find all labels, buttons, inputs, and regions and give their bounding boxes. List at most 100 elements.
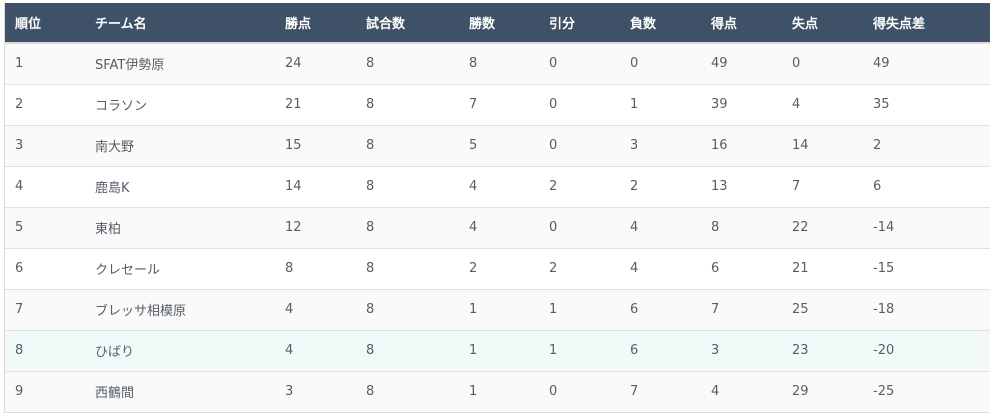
cell-games-played: 8 [356, 206, 459, 248]
cell-wins: 1 [459, 370, 539, 412]
header-team-name[interactable]: チーム名 [85, 3, 275, 44]
cell-points: 4 [275, 329, 356, 371]
table-row: 4 鹿島K 14 8 4 2 2 13 7 6 [5, 165, 990, 207]
cell-goals-for: 4 [701, 370, 782, 412]
header-points[interactable]: 勝点 [275, 3, 356, 44]
table-row: 8 ひばり 4 8 1 1 6 3 23 -20 [5, 329, 990, 371]
cell-goal-difference: 49 [863, 42, 990, 84]
header-goals-for[interactable]: 得点 [701, 3, 782, 44]
cell-games-played: 8 [356, 370, 459, 412]
cell-losses: 4 [620, 247, 701, 289]
table-row: 1 SFAT伊勢原 24 8 8 0 0 49 0 49 [5, 42, 990, 84]
cell-goals-for: 3 [701, 329, 782, 371]
cell-draws: 0 [539, 83, 620, 125]
cell-rank: 3 [5, 124, 85, 166]
standings-grid: 順位 チーム名 勝点 試合数 勝数 引分 負数 得点 失点 得失点差 1 SFAT… [5, 3, 990, 412]
cell-losses: 3 [620, 124, 701, 166]
cell-goals-against: 21 [782, 247, 863, 289]
cell-draws: 0 [539, 206, 620, 248]
cell-team-name: ブレッサ相模原 [85, 288, 275, 330]
cell-games-played: 8 [356, 42, 459, 84]
cell-goal-difference: -15 [863, 247, 990, 289]
cell-rank: 5 [5, 206, 85, 248]
cell-wins: 8 [459, 42, 539, 84]
cell-rank: 7 [5, 288, 85, 330]
cell-draws: 0 [539, 124, 620, 166]
cell-losses: 6 [620, 329, 701, 371]
cell-goals-for: 49 [701, 42, 782, 84]
table-row: 6 クレセール 8 8 2 2 4 6 21 -15 [5, 247, 990, 289]
cell-points: 24 [275, 42, 356, 84]
cell-team-name: 南大野 [85, 124, 275, 166]
cell-goals-against: 23 [782, 329, 863, 371]
cell-goals-against: 25 [782, 288, 863, 330]
cell-wins: 1 [459, 329, 539, 371]
cell-games-played: 8 [356, 124, 459, 166]
cell-games-played: 8 [356, 329, 459, 371]
cell-goal-difference: -20 [863, 329, 990, 371]
cell-wins: 2 [459, 247, 539, 289]
table-row: 5 東柏 12 8 4 0 4 8 22 -14 [5, 206, 990, 248]
cell-points: 4 [275, 288, 356, 330]
cell-team-name: 西鶴間 [85, 370, 275, 412]
cell-draws: 1 [539, 329, 620, 371]
cell-draws: 2 [539, 247, 620, 289]
cell-losses: 6 [620, 288, 701, 330]
cell-points: 14 [275, 165, 356, 207]
cell-goal-difference: -25 [863, 370, 990, 412]
cell-wins: 4 [459, 206, 539, 248]
table-row: 2 コラソン 21 8 7 0 1 39 4 35 [5, 83, 990, 125]
header-losses[interactable]: 負数 [620, 3, 701, 44]
cell-team-name: 東柏 [85, 206, 275, 248]
cell-rank: 8 [5, 329, 85, 371]
header-draws[interactable]: 引分 [539, 3, 620, 44]
header-games-played[interactable]: 試合数 [356, 3, 459, 44]
cell-wins: 5 [459, 124, 539, 166]
cell-rank: 2 [5, 83, 85, 125]
cell-draws: 1 [539, 288, 620, 330]
cell-goal-difference: 6 [863, 165, 990, 207]
cell-goals-for: 6 [701, 247, 782, 289]
cell-draws: 2 [539, 165, 620, 207]
cell-goals-for: 39 [701, 83, 782, 125]
cell-losses: 4 [620, 206, 701, 248]
cell-team-name: クレセール [85, 247, 275, 289]
cell-games-played: 8 [356, 83, 459, 125]
table-row: 9 西鶴間 3 8 1 0 7 4 29 -25 [5, 370, 990, 412]
cell-goals-for: 8 [701, 206, 782, 248]
cell-team-name: SFAT伊勢原 [85, 42, 275, 84]
cell-losses: 0 [620, 42, 701, 84]
cell-team-name: ひばり [85, 329, 275, 371]
cell-points: 15 [275, 124, 356, 166]
header-wins[interactable]: 勝数 [459, 3, 539, 44]
table-row: 3 南大野 15 8 5 0 3 16 14 2 [5, 124, 990, 166]
cell-goal-difference: 35 [863, 83, 990, 125]
cell-points: 12 [275, 206, 356, 248]
cell-team-name: コラソン [85, 83, 275, 125]
header-rank[interactable]: 順位 [5, 3, 85, 44]
cell-rank: 4 [5, 165, 85, 207]
cell-games-played: 8 [356, 288, 459, 330]
table-header: 順位 チーム名 勝点 試合数 勝数 引分 負数 得点 失点 得失点差 [5, 3, 990, 44]
cell-wins: 1 [459, 288, 539, 330]
cell-goals-against: 29 [782, 370, 863, 412]
cell-goal-difference: -18 [863, 288, 990, 330]
cell-goals-against: 14 [782, 124, 863, 166]
cell-rank: 1 [5, 42, 85, 84]
standings-table: 順位 チーム名 勝点 試合数 勝数 引分 負数 得点 失点 得失点差 1 SFAT… [4, 3, 990, 413]
cell-goals-against: 4 [782, 83, 863, 125]
cell-goal-difference: -14 [863, 206, 990, 248]
cell-losses: 1 [620, 83, 701, 125]
cell-wins: 7 [459, 83, 539, 125]
header-goal-difference[interactable]: 得失点差 [863, 3, 990, 44]
cell-draws: 0 [539, 370, 620, 412]
cell-games-played: 8 [356, 165, 459, 207]
header-row: 順位 チーム名 勝点 試合数 勝数 引分 負数 得点 失点 得失点差 [5, 3, 990, 44]
header-goals-against[interactable]: 失点 [782, 3, 863, 44]
cell-points: 8 [275, 247, 356, 289]
cell-goals-against: 7 [782, 165, 863, 207]
cell-losses: 2 [620, 165, 701, 207]
cell-goals-against: 0 [782, 42, 863, 84]
cell-draws: 0 [539, 42, 620, 84]
cell-team-name: 鹿島K [85, 165, 275, 207]
